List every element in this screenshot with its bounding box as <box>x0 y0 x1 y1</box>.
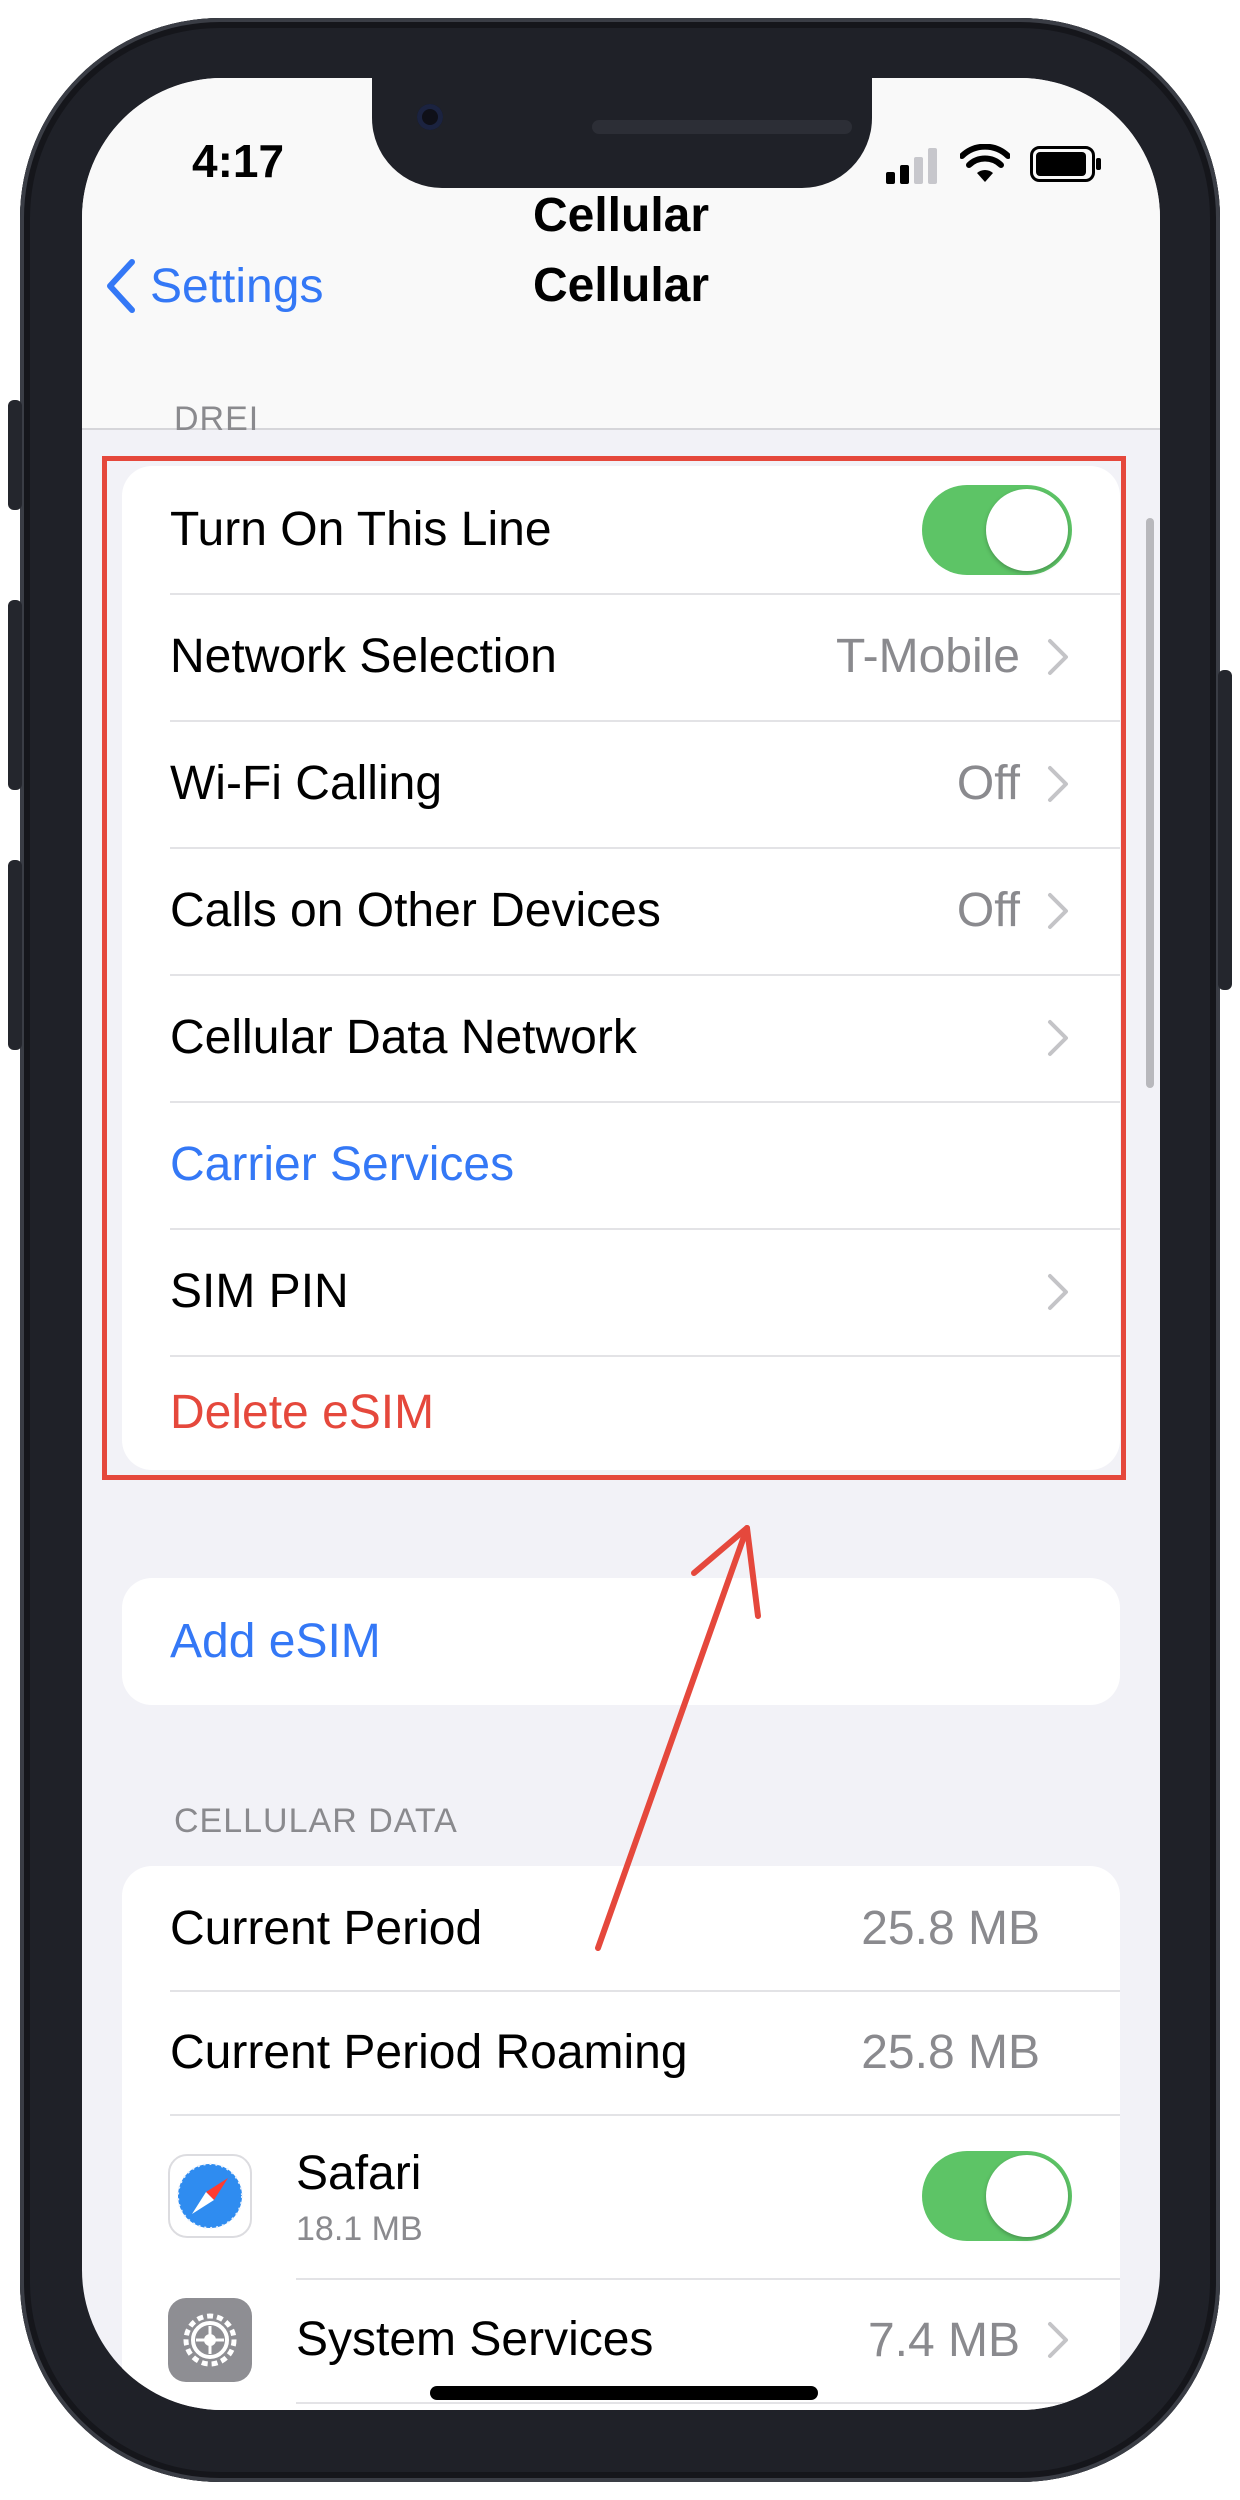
annotation-arrow <box>595 1525 761 1951</box>
scrollbar[interactable] <box>1146 518 1154 1088</box>
home-indicator[interactable] <box>430 2386 818 2400</box>
volume-up-button <box>8 600 22 790</box>
screen: 4:17 Cellular Settings Cellular DREI Tur… <box>82 78 1160 2410</box>
action-button <box>8 400 22 510</box>
power-button <box>1218 670 1232 990</box>
volume-down-button <box>8 860 22 1050</box>
